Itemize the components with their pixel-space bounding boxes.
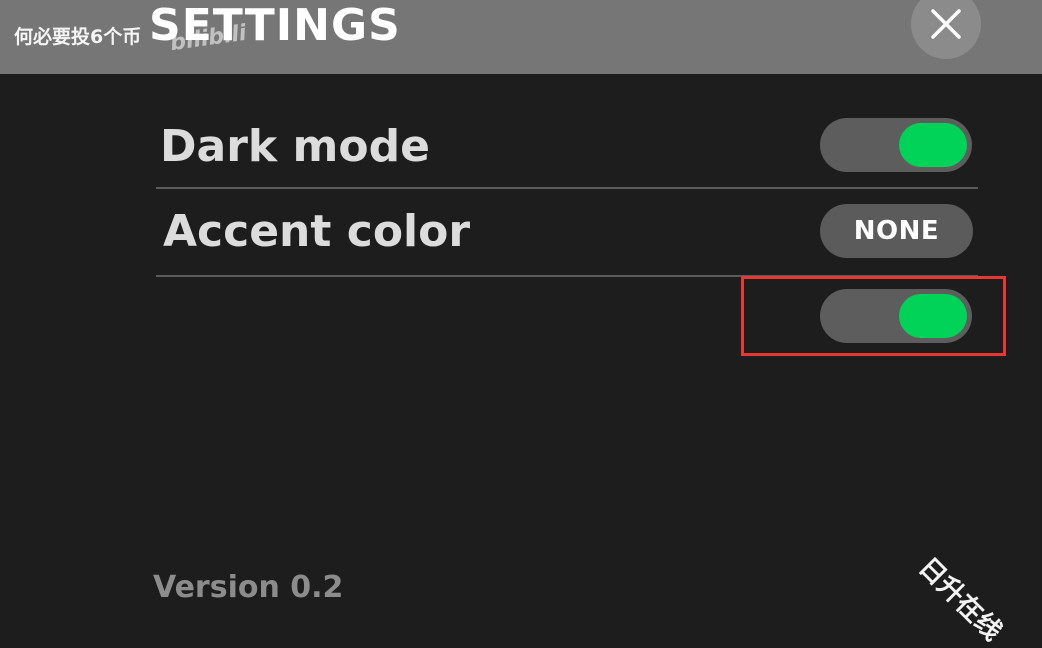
highlight-box xyxy=(741,276,1006,356)
divider xyxy=(156,187,978,189)
version-label: Version 0.2 xyxy=(153,570,344,605)
page-title: SETTINGS xyxy=(149,0,401,51)
dark-mode-toggle-knob xyxy=(899,123,967,167)
accent-color-label: Accent color xyxy=(163,206,471,257)
header-bar: SETTINGS 何必要投6个币 bilibili xyxy=(0,0,1042,74)
watermark-text: 日升在线 xyxy=(912,552,1008,648)
close-button[interactable] xyxy=(911,0,981,59)
dark-mode-label: Dark mode xyxy=(160,121,430,172)
dark-mode-toggle[interactable] xyxy=(820,118,972,172)
close-icon xyxy=(931,9,961,39)
video-overlay-text: 何必要投6个币 xyxy=(14,26,142,48)
accent-color-button[interactable]: NONE xyxy=(820,204,973,258)
